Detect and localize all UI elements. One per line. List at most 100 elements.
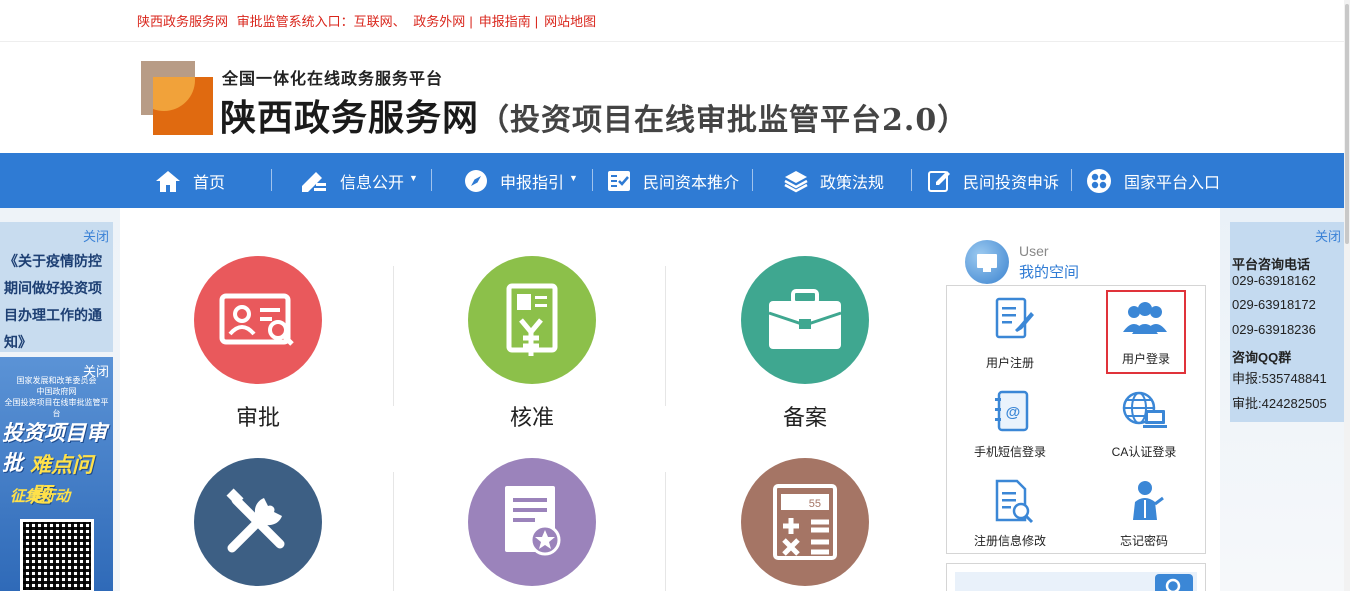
login-button[interactable]: 用户登录: [1106, 290, 1186, 374]
nav-label: 申报指引: [500, 174, 565, 192]
left-ad-campaign[interactable]: 关闭 国家发展和改革委员会 中国政府网 全国投资项目在线审批监管平台 投资项目审…: [0, 357, 113, 591]
person-help-icon: [1133, 481, 1164, 520]
nav-item-policies[interactable]: 政策法规: [784, 153, 884, 208]
yuan-document-icon: [468, 256, 596, 384]
chevron-down-icon: ▼: [409, 172, 418, 183]
separator: |: [534, 14, 539, 29]
user-label-cn: 我的空间: [1019, 264, 1080, 281]
button-label: 用户注册: [985, 356, 1034, 370]
phone-number: 029-63918236: [1232, 322, 1316, 337]
service-calculator[interactable]: 55: [700, 458, 910, 586]
user-label-en: User: [1019, 243, 1049, 259]
checklist-icon: [608, 170, 630, 191]
pencil-square-icon: [928, 170, 950, 192]
nav-label: 信息公开: [340, 174, 405, 192]
id-card-icon: [194, 256, 322, 384]
close-button[interactable]: 关闭: [1315, 226, 1341, 245]
button-label: 注册信息修改: [973, 534, 1046, 548]
calculator-display: 55: [809, 498, 821, 510]
phone-title: 平台咨询电话: [1232, 257, 1311, 272]
button-label: 用户登录: [1121, 352, 1170, 366]
layers-icon: [784, 170, 808, 192]
service-filing[interactable]: 备案: [700, 256, 910, 432]
service-approval[interactable]: 审批: [153, 256, 363, 432]
nav-item-guide[interactable]: 申报指引 ▼: [464, 153, 578, 208]
scrollbar-thumb[interactable]: [1345, 4, 1349, 244]
qr-code: [20, 519, 94, 591]
left-ad-notice[interactable]: 关闭 《关于疫情防控期间做好投资项目办理工作的通知》: [0, 222, 113, 352]
nav-item-home[interactable]: 首页: [155, 153, 225, 208]
header-tagline: 全国一体化在线政务服务平台: [222, 71, 444, 88]
top-bar: 陕西政务服务网 审批监管系统入口：互联网、 政务外网 | 申报指南 | 网站地图: [0, 0, 1350, 42]
phone-number: 029-63918172: [1232, 297, 1316, 312]
calculator-icon: 55: [741, 458, 869, 586]
ad-slogan-3: 征集行动: [10, 488, 71, 505]
right-ad-contact: 关闭 平台咨询电话 029-63918162 029-63918172 029-…: [1230, 222, 1345, 422]
top-links: 陕西政务服务网 审批监管系统入口：互联网、 政务外网 | 申报指南 | 网站地图: [137, 11, 596, 30]
nav-label: 民间投资申诉: [963, 174, 1060, 192]
service-certificate[interactable]: [427, 458, 637, 586]
sms-login-button[interactable]: @ 手机短信登录: [955, 386, 1065, 470]
site-header: 全国一体化在线政务服务平台 陕西政务服务网（投资项目在线审批监管平台2.0）: [0, 43, 1350, 153]
nav-label: 政策法规: [820, 174, 885, 192]
org-line: 中国政府网: [36, 387, 77, 396]
edit-icon: [302, 171, 326, 192]
service-label: 核准: [509, 405, 554, 430]
forgot-password-button[interactable]: 忘记密码: [1089, 476, 1199, 560]
notice-text[interactable]: 《关于疫情防控期间做好投资项目办理工作的通知》: [4, 248, 112, 356]
chevron-down-icon: ▼: [569, 172, 578, 183]
button-label: CA认证登录: [1111, 445, 1177, 459]
site-title-main: 陕西政务服务网: [220, 97, 480, 138]
search-icon: [1165, 578, 1181, 591]
sitemap-link[interactable]: 网站地图: [544, 14, 596, 29]
search-button[interactable]: [1155, 574, 1193, 591]
users-icon: [1123, 302, 1167, 334]
org-line: 国家发展和改革委员会: [16, 376, 97, 385]
org-line: 全国投资项目在线审批监管平台: [4, 398, 109, 418]
nav-item-private-capital[interactable]: 民间资本推介: [607, 153, 739, 208]
extranet-link[interactable]: 政务外网: [413, 14, 465, 29]
site-logo[interactable]: [141, 61, 215, 135]
globe-icon: [965, 240, 1009, 284]
close-button[interactable]: 关闭: [83, 226, 109, 245]
ad-org-text: 国家发展和改革委员会 中国政府网 全国投资项目在线审批监管平台: [2, 375, 111, 419]
register-button[interactable]: 用户注册: [955, 292, 1065, 376]
internet-link[interactable]: 互联网、: [354, 14, 406, 29]
nav-item-appeal[interactable]: 民间投资申诉: [927, 153, 1059, 208]
document-search-icon: [995, 479, 1034, 524]
nav-label: 民间资本推介: [643, 174, 740, 192]
nav-item-info-disclosure[interactable]: 信息公开 ▼: [300, 153, 418, 208]
register-form-icon: [995, 297, 1034, 339]
qq-approve: 审批:424282505: [1232, 396, 1327, 411]
grid-circle-icon: [1087, 168, 1111, 193]
nav-item-national-platform[interactable]: 国家平台入口: [1086, 153, 1220, 208]
button-label: 忘记密码: [1119, 534, 1168, 548]
nav-label: 首页: [193, 174, 226, 192]
qq-declare: 申报:535748841: [1232, 371, 1327, 386]
service-label: 备案: [782, 405, 827, 430]
search-panel: [946, 563, 1206, 591]
ca-login-button[interactable]: CA认证登录: [1089, 386, 1199, 470]
certificate-icon: [468, 458, 596, 586]
site-name-link[interactable]: 陕西政务服务网: [137, 14, 228, 29]
service-verification[interactable]: 核准: [427, 256, 637, 432]
entry-label: 审批监管系统入口：: [236, 14, 354, 29]
phone-book-icon: @: [995, 390, 1029, 432]
guide-link[interactable]: 申报指南: [479, 14, 531, 29]
site-subtitle: （投资项目在线审批监管平台2.0）: [479, 103, 969, 138]
site-title: 陕西政务服务网（投资项目在线审批监管平台2.0）: [220, 89, 968, 141]
separator: |: [469, 14, 473, 29]
home-icon: [156, 170, 180, 192]
edit-registration-button[interactable]: 注册信息修改: [955, 476, 1065, 560]
svg-text:@: @: [1006, 404, 1021, 421]
qq-title: 咨询QQ群: [1232, 350, 1292, 365]
service-tools[interactable]: [153, 458, 363, 586]
main-nav: 首页 信息公开 ▼ 申报指引 ▼ 民间资本推介 政策法规 民间投资申诉 国家平台入口: [0, 153, 1350, 208]
globe-computer-icon: [1122, 391, 1167, 428]
compass-icon: [465, 169, 487, 192]
nav-label: 国家平台入口: [1124, 174, 1221, 192]
button-label: 手机短信登录: [973, 445, 1046, 459]
tools-icon: [194, 458, 322, 586]
search-input[interactable]: [955, 572, 1197, 591]
user-actions-panel: 用户注册 用户登录 @ 手机短信登录 CA认证登录 注册信息修改 忘记密码: [946, 285, 1206, 554]
